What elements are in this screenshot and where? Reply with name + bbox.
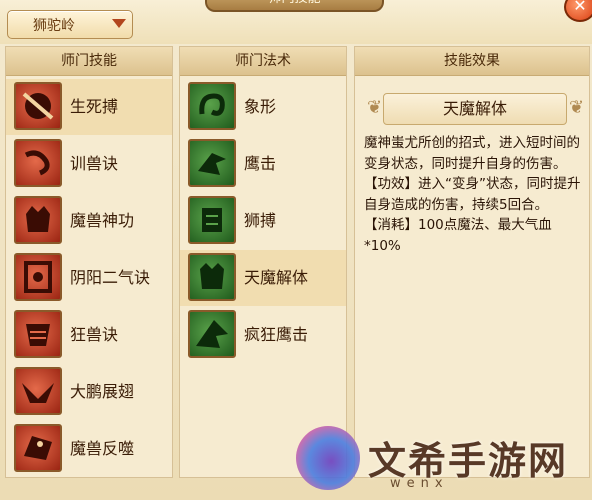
spell-row[interactable]: 鹰击 xyxy=(180,136,346,192)
top-bar: 师门技能 狮驼岭 ✕ xyxy=(0,0,592,44)
effect-skill-name: 天魔解体 xyxy=(383,93,567,125)
spell-row[interactable]: 疯狂鹰击 xyxy=(180,307,346,363)
spell-label: 象形 xyxy=(244,97,277,116)
dropdown-value: 狮驼岭 xyxy=(33,18,75,34)
skill-effect-panel: 技能效果 ❦ 天魔解体 ❦ 魔神蚩尤所创的招式，进入短时间的变身状态，同时提升自… xyxy=(354,46,590,478)
spell-row[interactable]: 象形 xyxy=(180,79,346,135)
school-dropdown[interactable]: 狮驼岭 xyxy=(7,10,133,39)
school-spells-header: 师门法术 xyxy=(180,47,346,76)
effect-description: 魔神蚩尤所创的招式，进入短时间的变身状态，同时提升自身的伤害。 【功效】进入“变… xyxy=(364,133,584,256)
watermark-subtext: wenx xyxy=(390,476,449,491)
spell-row[interactable]: 狮搏 xyxy=(180,193,346,249)
skill-label: 生死搏 xyxy=(70,97,119,116)
spell-row-selected[interactable]: 天魔解体 xyxy=(180,250,346,306)
skill-label: 魔兽反噬 xyxy=(70,439,135,458)
skill-row[interactable]: 生死搏 xyxy=(6,79,172,135)
skill-row[interactable]: 阴阳二气诀 xyxy=(6,250,172,306)
skill-row[interactable]: 魔兽神功 xyxy=(6,193,172,249)
effect-cost: 【消耗】100点魔法、最大气血*10% xyxy=(364,217,552,254)
spell-label: 疯狂鹰击 xyxy=(244,325,309,344)
skill-window: 师门技能 狮驼岭 ✕ 师门技能 生死搏 训兽诀 魔兽神功 阴阳二气诀 狂兽诀 xyxy=(0,0,592,500)
demon-head-icon xyxy=(14,196,62,244)
skull-icon xyxy=(14,82,62,130)
skill-effect-header: 技能效果 xyxy=(355,47,589,76)
spell-label: 鹰击 xyxy=(244,154,277,173)
window-title: 师门技能 xyxy=(205,0,384,12)
close-button[interactable]: ✕ xyxy=(564,0,592,22)
skill-row[interactable]: 大鹏展翅 xyxy=(6,364,172,420)
eagle-icon xyxy=(188,139,236,187)
spell-label: 天魔解体 xyxy=(244,268,309,287)
skill-label: 训兽诀 xyxy=(70,154,119,173)
lion-icon xyxy=(188,196,236,244)
whip-icon xyxy=(14,139,62,187)
elephant-icon xyxy=(188,82,236,130)
school-spells-panel: 师门法术 象形 鹰击 狮搏 天魔解体 疯狂鹰击 xyxy=(179,46,347,478)
yinyang-icon xyxy=(14,253,62,301)
chevron-down-icon xyxy=(112,19,126,28)
scroll-ornament-icon: ❦ xyxy=(569,97,585,118)
beast-icon xyxy=(14,310,62,358)
demon-transform-icon xyxy=(188,253,236,301)
skill-label: 大鹏展翅 xyxy=(70,382,135,401)
skill-label: 魔兽神功 xyxy=(70,211,135,230)
skill-label: 阴阳二气诀 xyxy=(70,268,151,287)
fang-icon xyxy=(14,424,62,472)
close-icon: ✕ xyxy=(573,0,587,15)
effect-text: 魔神蚩尤所创的招式，进入短时间的变身状态，同时提升自身的伤害。 xyxy=(364,135,580,172)
skill-row[interactable]: 狂兽诀 xyxy=(6,307,172,363)
watermark-logo xyxy=(296,426,360,490)
skill-label: 狂兽诀 xyxy=(70,325,119,344)
wings-icon xyxy=(14,367,62,415)
frenzy-eagle-icon xyxy=(188,310,236,358)
spell-label: 狮搏 xyxy=(244,211,277,230)
skill-row[interactable]: 训兽诀 xyxy=(6,136,172,192)
effect-function: 【功效】进入“变身”状态，同时提升自身造成的伤害，持续5回合。 xyxy=(364,176,581,213)
skill-row[interactable]: 魔兽反噬 xyxy=(6,421,172,477)
school-skills-header: 师门技能 xyxy=(6,47,172,76)
school-skills-panel: 师门技能 生死搏 训兽诀 魔兽神功 阴阳二气诀 狂兽诀 大鹏展翅 魔兽反噬 xyxy=(5,46,173,478)
